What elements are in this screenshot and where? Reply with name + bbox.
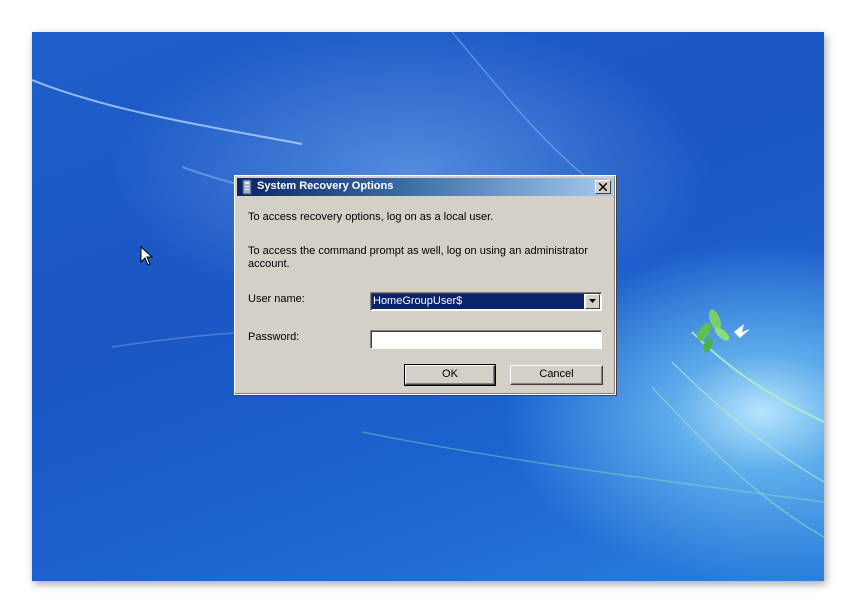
- bird-icon: [734, 324, 750, 338]
- ok-button[interactable]: OK: [404, 364, 496, 386]
- user-name-value: HomeGroupUser$: [372, 294, 584, 309]
- password-field[interactable]: [370, 330, 602, 349]
- password-label: Password:: [248, 331, 300, 343]
- user-name-dropdown[interactable]: HomeGroupUser$: [370, 292, 602, 311]
- local-user-message: To access recovery options, log on as a …: [248, 211, 494, 223]
- recovery-icon: [242, 179, 252, 195]
- system-recovery-dialog: System Recovery Options To access recove…: [234, 175, 616, 395]
- cancel-button[interactable]: Cancel: [510, 365, 603, 385]
- desktop-screen: System Recovery Options To access recove…: [32, 32, 824, 581]
- close-icon: [599, 183, 607, 191]
- administrator-message: To access the command prompt as well, lo…: [248, 245, 588, 270]
- close-button[interactable]: [595, 180, 611, 194]
- dialog-title: System Recovery Options: [257, 180, 394, 192]
- mouse-pointer-icon: [140, 246, 154, 266]
- dialog-titlebar[interactable]: System Recovery Options: [237, 178, 613, 196]
- chevron-down-icon: [589, 299, 596, 303]
- dropdown-button[interactable]: [585, 294, 600, 309]
- leaf-sprig-icon: [696, 309, 730, 353]
- user-name-label: User name:: [248, 293, 305, 305]
